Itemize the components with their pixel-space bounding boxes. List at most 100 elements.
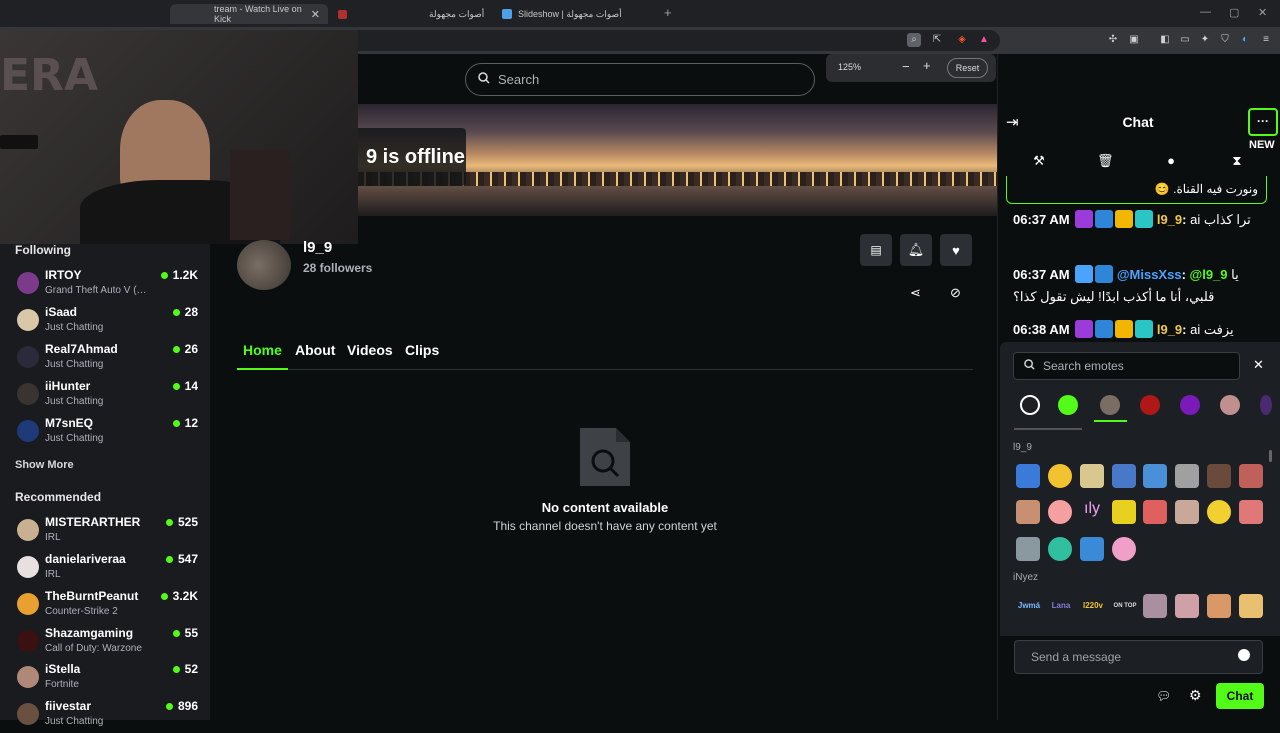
mod-hammer-icon[interactable]: ⚒ <box>1031 153 1047 169</box>
wallet-icon[interactable]: ▭ <box>1178 33 1192 47</box>
chat-bubble-icon[interactable]: ● <box>1163 153 1179 169</box>
sidebar-channel-shazamgaming[interactable]: Shazamgaming Call of Duty: Warzone 55 <box>15 626 200 660</box>
chat-rules-icon[interactable]: 💬︎ <box>1156 689 1171 703</box>
emote[interactable] <box>1080 464 1104 488</box>
emote[interactable] <box>1048 537 1072 561</box>
emote[interactable] <box>1016 500 1040 524</box>
emote[interactable] <box>1112 537 1136 561</box>
share-icon[interactable]: ⋖ <box>910 285 921 301</box>
new-tab-plus-icon[interactable]: + <box>664 5 672 20</box>
chat-message-input[interactable]: Send a message <box>1014 640 1263 674</box>
emote[interactable] <box>1239 464 1263 488</box>
tab-videos[interactable]: Videos <box>347 342 393 358</box>
send-chat-button[interactable]: Chat <box>1216 683 1264 709</box>
emote[interactable] <box>1080 537 1104 561</box>
reader-icon[interactable]: ▣ <box>1127 33 1141 47</box>
emote[interactable] <box>1016 537 1040 561</box>
emote[interactable] <box>1175 464 1199 488</box>
emote[interactable] <box>1207 594 1231 618</box>
chat-settings-gear-icon[interactable]: ⚙ <box>1189 687 1202 704</box>
emote-set-icon[interactable] <box>1140 395 1160 415</box>
emote[interactable] <box>1112 500 1136 524</box>
hourglass-icon[interactable]: ⧗ <box>1229 153 1245 169</box>
profile-icon[interactable]: ◐ <box>1238 33 1252 47</box>
emote[interactable] <box>1143 500 1167 524</box>
emote[interactable]: ON TOP <box>1112 594 1138 618</box>
brave-shield-icon[interactable]: ◈ <box>955 33 969 47</box>
sidebar-channel-real7ahmad[interactable]: Real7Ahmad Just Chatting 26 <box>15 342 200 376</box>
emote[interactable]: Jwmá <box>1016 594 1042 618</box>
sidebar-channel-danielariveraa[interactable]: danielariveraa IRL 547 <box>15 552 200 586</box>
sidebar-channel-m7sneq[interactable]: M7snEQ Just Chatting 12 <box>15 416 200 450</box>
maximize-icon[interactable]: ▢ <box>1229 6 1239 19</box>
emote-set-icon[interactable] <box>1260 395 1272 415</box>
leo-icon[interactable]: ✦ <box>1198 33 1212 47</box>
message-mention[interactable]: @l9_9 <box>1190 267 1228 282</box>
sidebar-channel-fiivestar[interactable]: fiivestar Just Chatting 896 <box>15 699 200 733</box>
hide-icon[interactable]: ⊘ <box>950 285 961 301</box>
emote-set-icon[interactable] <box>1180 395 1200 415</box>
share-page-icon[interactable]: ⇱ <box>930 33 944 47</box>
sidebar-channel-misterarther[interactable]: MISTERARTHER IRL 525 <box>15 515 200 549</box>
close-window-icon[interactable]: ✕ <box>1258 6 1267 19</box>
minimize-icon[interactable]: — <box>1200 6 1211 18</box>
channel-avatar[interactable] <box>237 240 291 290</box>
tab-about[interactable]: About <box>295 342 335 358</box>
emote[interactable] <box>1048 464 1072 488</box>
emote[interactable] <box>1016 464 1040 488</box>
show-more-button[interactable]: Show More <box>15 459 74 471</box>
emote[interactable] <box>1207 500 1231 524</box>
follow-button[interactable]: ♥ <box>940 234 972 266</box>
emote[interactable] <box>1207 464 1231 488</box>
trash-icon[interactable]: 🗑︎ <box>1097 153 1114 169</box>
emote-search-input[interactable]: Search emotes <box>1013 352 1240 380</box>
channel-name[interactable]: l9_9 <box>303 239 332 256</box>
vpn-icon[interactable]: ⛉ <box>1218 33 1232 47</box>
emote[interactable] <box>1143 594 1167 618</box>
emote[interactable] <box>1239 500 1263 524</box>
message-user[interactable]: @MissXss <box>1117 267 1182 282</box>
channel-emotes-icon[interactable] <box>1100 395 1120 415</box>
url-field[interactable] <box>280 30 1000 51</box>
zoom-in-button[interactable]: + <box>923 58 931 73</box>
tab-clips[interactable]: Clips <box>405 342 439 358</box>
emote[interactable] <box>1143 464 1167 488</box>
sidebar-channel-istella[interactable]: iStella Fortnite 52 <box>15 662 200 696</box>
browser-tab-2[interactable]: أصوات مجهولة <box>338 4 488 24</box>
chat-menu-button[interactable]: ··· <box>1248 108 1278 136</box>
recent-emotes-icon[interactable] <box>1020 395 1040 415</box>
sidebar-channel-theburntpeanut[interactable]: TheBurntPeanut Counter-Strike 2 3.2K <box>15 589 200 623</box>
browser-tab-kick[interactable]: tream - Watch Live on Kick ✕ <box>170 4 328 24</box>
sidebar-toggle-icon[interactable]: ◧ <box>1158 33 1172 47</box>
emote[interactable] <box>1175 500 1199 524</box>
rewards-icon[interactable]: ▲ <box>977 33 991 47</box>
browser-tab-3[interactable]: Slideshow | أصوات مجهولة <box>502 4 652 24</box>
sidebar-channel-irtoy[interactable]: IRTOY Grand Theft Auto V (… 1.2K <box>15 268 200 302</box>
menu-icon[interactable]: ≡ <box>1259 33 1273 47</box>
emote[interactable] <box>1112 464 1136 488</box>
close-emotes-icon[interactable]: ✕ <box>1253 357 1264 373</box>
zoom-reset-button[interactable]: Reset <box>947 58 988 78</box>
message-user[interactable]: l9_9 <box>1157 322 1182 337</box>
message-user[interactable]: l9_9 <box>1157 212 1182 227</box>
zoom-out-button[interactable]: − <box>902 59 910 74</box>
zoom-icon[interactable]: ⌕ <box>907 33 921 47</box>
emote-scrollbar[interactable] <box>1269 450 1272 462</box>
emote-picker-toggle-icon[interactable] <box>1238 649 1250 661</box>
notifications-button[interactable]: 🔔︎ <box>900 234 932 266</box>
emote[interactable]: Lana <box>1048 594 1074 618</box>
report-button[interactable]: ▤ <box>860 234 892 266</box>
emote[interactable] <box>1175 594 1199 618</box>
emote[interactable]: ıly <box>1080 500 1104 524</box>
close-tab-icon[interactable]: ✕ <box>311 8 320 21</box>
emote[interactable] <box>1048 500 1072 524</box>
search-input[interactable]: Search <box>465 63 815 96</box>
sidebar-channel-iihunter[interactable]: iiHunter Just Chatting 14 <box>15 379 200 413</box>
extension-icon[interactable]: ✣ <box>1106 33 1120 47</box>
emote[interactable]: l220v <box>1080 594 1106 618</box>
tab-home[interactable]: Home <box>243 342 282 358</box>
emote[interactable] <box>1239 594 1263 618</box>
sidebar-channel-isaad[interactable]: iSaad Just Chatting 28 <box>15 305 200 339</box>
emote-set-icon[interactable] <box>1220 395 1240 415</box>
kick-emotes-icon[interactable] <box>1058 395 1078 415</box>
